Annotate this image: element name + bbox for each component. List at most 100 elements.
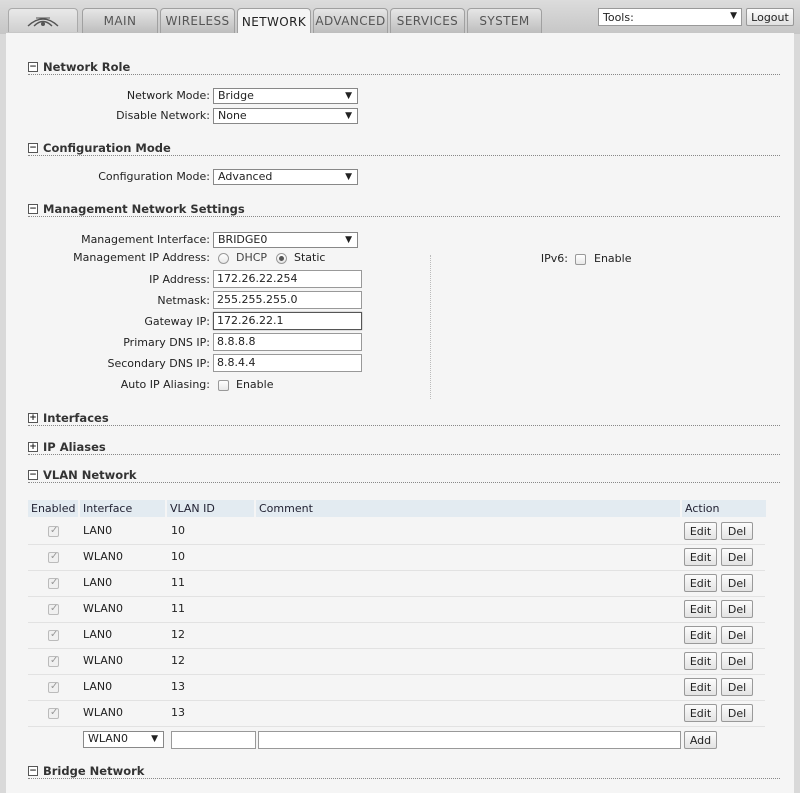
delete-vlan-button[interactable]: Del xyxy=(721,652,753,670)
section-network-role[interactable]: − Network Role xyxy=(28,59,780,75)
dhcp-radio[interactable] xyxy=(218,253,229,264)
edit-vlan-button[interactable]: Edit xyxy=(684,600,717,618)
vlan-interface: LAN0 xyxy=(83,680,113,693)
collapse-icon[interactable]: − xyxy=(28,469,38,480)
collapse-icon[interactable]: − xyxy=(28,765,38,776)
collapse-icon[interactable]: − xyxy=(28,61,38,72)
configuration-mode-select[interactable]: Advanced ▼ xyxy=(213,169,358,185)
chevron-down-icon: ▼ xyxy=(345,91,352,101)
table-row: LAN0 11 EditDel xyxy=(28,571,765,597)
tab-main[interactable]: MAIN xyxy=(82,8,158,33)
section-title: IP Aliases xyxy=(43,439,106,454)
delete-vlan-button[interactable]: Del xyxy=(721,548,753,566)
section-title: Network Role xyxy=(43,59,131,74)
ip-address-input[interactable]: 172.26.22.254 xyxy=(213,270,362,288)
collapse-icon[interactable]: − xyxy=(28,142,38,153)
edit-vlan-button[interactable]: Edit xyxy=(684,678,717,696)
vlan-enabled-checkbox[interactable] xyxy=(48,655,59,667)
configuration-mode-label: Configuration Mode: xyxy=(98,170,210,183)
auto-ip-aliasing-checkbox[interactable] xyxy=(218,380,229,391)
primary-dns-input[interactable]: 8.8.8.8 xyxy=(213,333,362,351)
delete-vlan-button[interactable]: Del xyxy=(721,522,753,540)
tab-wireless[interactable]: WIRELESS xyxy=(160,8,235,33)
disable-network-value: None xyxy=(218,109,247,122)
gateway-label: Gateway IP: xyxy=(144,315,210,328)
vlan-id: 13 xyxy=(171,706,185,719)
tools-dropdown[interactable]: Tools: ▼ xyxy=(598,8,742,26)
delete-vlan-button[interactable]: Del xyxy=(721,626,753,644)
edit-vlan-button[interactable]: Edit xyxy=(684,522,717,540)
table-row: WLAN0 10 EditDel xyxy=(28,545,765,571)
vlan-interface: LAN0 xyxy=(83,576,113,589)
vlan-enabled-checkbox[interactable] xyxy=(48,525,59,537)
chevron-down-icon: ▼ xyxy=(151,734,158,744)
logo-icon xyxy=(27,17,59,27)
network-mode-select[interactable]: Bridge ▼ xyxy=(213,88,358,104)
table-row: WLAN0 13 EditDel xyxy=(28,701,765,727)
table-row: LAN0 10 EditDel xyxy=(28,519,765,545)
vlan-enabled-checkbox[interactable] xyxy=(48,577,59,589)
vlan-id: 12 xyxy=(171,628,185,641)
tab-services[interactable]: SERVICES xyxy=(390,8,465,33)
netmask-label: Netmask: xyxy=(157,294,210,307)
section-bridge-network[interactable]: − Bridge Network xyxy=(28,763,780,779)
edit-vlan-button[interactable]: Edit xyxy=(684,652,717,670)
netmask-input[interactable]: 255.255.255.0 xyxy=(213,291,362,309)
section-management-network[interactable]: − Management Network Settings xyxy=(28,201,780,217)
delete-vlan-button[interactable]: Del xyxy=(721,678,753,696)
new-vlan-comment-input[interactable] xyxy=(258,731,681,749)
ipv6-checkbox[interactable] xyxy=(575,254,586,265)
edit-vlan-button[interactable]: Edit xyxy=(684,574,717,592)
tab-advanced[interactable]: ADVANCED xyxy=(313,8,388,33)
edit-vlan-button[interactable]: Edit xyxy=(684,548,717,566)
logout-button[interactable]: Logout xyxy=(746,8,794,26)
chevron-down-icon: ▼ xyxy=(345,172,352,182)
management-interface-select[interactable]: BRIDGE0 ▼ xyxy=(213,232,358,248)
vlan-id: 10 xyxy=(171,524,185,537)
edit-vlan-button[interactable]: Edit xyxy=(684,704,717,722)
secondary-dns-label: Secondary DNS IP: xyxy=(107,357,210,370)
vlan-id: 11 xyxy=(171,576,185,589)
vlan-enabled-checkbox[interactable] xyxy=(48,551,59,563)
top-bar: MAIN WIRELESS NETWORK ADVANCED SERVICES … xyxy=(0,0,800,34)
vlan-enabled-checkbox[interactable] xyxy=(48,629,59,641)
vlan-id: 11 xyxy=(171,602,185,615)
add-vlan-button[interactable]: Add xyxy=(684,731,717,749)
tab-network[interactable]: NETWORK xyxy=(237,8,311,34)
new-vlan-id-input[interactable] xyxy=(171,731,256,749)
section-ip-aliases[interactable]: + IP Aliases xyxy=(28,439,780,455)
delete-vlan-button[interactable]: Del xyxy=(721,574,753,592)
static-label: Static xyxy=(294,251,326,264)
vlan-enabled-checkbox[interactable] xyxy=(48,681,59,693)
ubiquiti-logo[interactable] xyxy=(8,8,78,32)
secondary-dns-input[interactable]: 8.8.4.4 xyxy=(213,354,362,372)
expand-icon[interactable]: + xyxy=(28,441,38,452)
tab-system[interactable]: SYSTEM xyxy=(467,8,542,33)
chevron-down-icon: ▼ xyxy=(345,111,352,121)
static-radio[interactable] xyxy=(276,253,287,264)
management-interface-label: Management Interface: xyxy=(81,233,210,246)
delete-vlan-button[interactable]: Del xyxy=(721,704,753,722)
section-interfaces[interactable]: + Interfaces xyxy=(28,410,780,426)
vlan-id: 12 xyxy=(171,654,185,667)
gateway-input[interactable]: 172.26.22.1 xyxy=(213,312,362,330)
dhcp-label: DHCP xyxy=(236,251,268,264)
section-title: Configuration Mode xyxy=(43,140,171,155)
management-interface-value: BRIDGE0 xyxy=(218,233,268,246)
disable-network-select[interactable]: None ▼ xyxy=(213,108,358,124)
collapse-icon[interactable]: − xyxy=(28,203,38,214)
vlan-enabled-checkbox[interactable] xyxy=(48,603,59,615)
delete-vlan-button[interactable]: Del xyxy=(721,600,753,618)
expand-icon[interactable]: + xyxy=(28,412,38,423)
column-divider xyxy=(430,255,431,399)
section-vlan-network[interactable]: − VLAN Network xyxy=(28,467,780,483)
new-vlan-interface-select[interactable]: WLAN0 ▼ xyxy=(83,731,164,748)
vlan-header-enabled: Enabled xyxy=(28,500,78,517)
vlan-enabled-checkbox[interactable] xyxy=(48,707,59,719)
section-configuration-mode[interactable]: − Configuration Mode xyxy=(28,140,780,156)
edit-vlan-button[interactable]: Edit xyxy=(684,626,717,644)
main-tabs: MAIN WIRELESS NETWORK ADVANCED SERVICES … xyxy=(82,8,544,34)
vlan-interface: LAN0 xyxy=(83,628,113,641)
table-row: WLAN0 12 EditDel xyxy=(28,649,765,675)
section-title: VLAN Network xyxy=(43,467,137,482)
